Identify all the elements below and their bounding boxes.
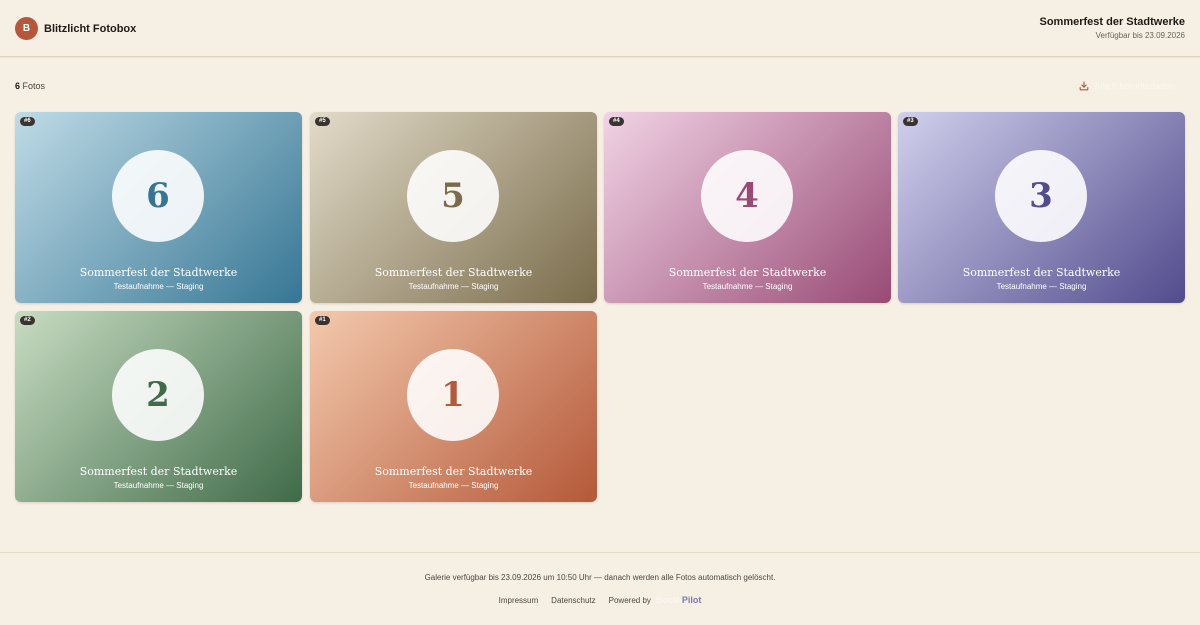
photo-badge: #2 <box>20 316 35 325</box>
brand[interactable]: B Blitzlicht Fotobox <box>15 17 136 40</box>
photo-card-3[interactable]: #3 3 Sommerfest der Stadtwerke Testaufna… <box>898 112 1185 303</box>
event-availability: Verfügbar bis 23.09.2026 <box>1095 31 1185 40</box>
photo-count-label: Fotos <box>22 81 46 91</box>
gallery-toolbar: 6 Fotos Alle 6 herunterladen <box>15 78 1185 94</box>
photo-badge: #3 <box>903 117 918 126</box>
photo-subtitle: Testaufnahme — Staging <box>113 481 204 490</box>
photo-title: Sommerfest der Stadtwerke <box>79 465 238 478</box>
top-bar: B Blitzlicht Fotobox Sommerfest der Stad… <box>0 0 1200 57</box>
photo-number: 5 <box>407 150 499 242</box>
photo-number: 1 <box>407 349 499 441</box>
photo-card-2[interactable]: #2 2 Sommerfest der Stadtwerke Testaufna… <box>15 311 302 502</box>
datenschutz-link[interactable]: Datenschutz <box>551 596 595 605</box>
photo-card-1[interactable]: #1 1 Sommerfest der Stadtwerke Testaufna… <box>310 311 597 502</box>
photo-subtitle: Testaufnahme — Staging <box>408 481 499 490</box>
photo-badge: #5 <box>315 117 330 126</box>
photo-title: Sommerfest der Stadtwerke <box>962 266 1121 279</box>
brand-avatar: B <box>15 17 38 40</box>
photo-badge: #1 <box>315 316 330 325</box>
photo-count-number: 6 <box>15 81 21 91</box>
download-icon <box>1079 81 1089 91</box>
logo-part-booth: Booth <box>655 595 682 605</box>
boothpilot-logo-link[interactable]: BoothPilot <box>656 595 702 605</box>
photo-badge: #6 <box>20 117 35 126</box>
download-all-label: Alle 6 herunterladen <box>1094 81 1175 91</box>
event-title: Sommerfest der Stadtwerke <box>1039 16 1186 28</box>
photo-number: 3 <box>995 150 1087 242</box>
logo-part-pilot: Pilot <box>681 595 702 605</box>
photo-title: Sommerfest der Stadtwerke <box>79 266 238 279</box>
photo-subtitle: Testaufnahme — Staging <box>702 282 793 291</box>
photo-card-5[interactable]: #5 5 Sommerfest der Stadtwerke Testaufna… <box>310 112 597 303</box>
photo-title: Sommerfest der Stadtwerke <box>374 465 533 478</box>
photo-title: Sommerfest der Stadtwerke <box>668 266 827 279</box>
footer-links: Impressum Datenschutz Powered by BoothPi… <box>0 595 1200 605</box>
powered-by: Powered by BoothPilot <box>609 595 702 605</box>
photo-count: 6 Fotos <box>15 81 45 91</box>
photo-subtitle: Testaufnahme — Staging <box>408 282 499 291</box>
photo-number: 2 <box>112 349 204 441</box>
photo-card-4[interactable]: #4 4 Sommerfest der Stadtwerke Testaufna… <box>604 112 891 303</box>
photo-card-6[interactable]: #6 6 Sommerfest der Stadtwerke Testaufna… <box>15 112 302 303</box>
impressum-link[interactable]: Impressum <box>499 596 539 605</box>
photo-badge: #4 <box>609 117 624 126</box>
download-all-button[interactable]: Alle 6 herunterladen <box>1079 78 1175 94</box>
powered-by-label: Powered by <box>608 595 651 605</box>
photo-subtitle: Testaufnahme — Staging <box>113 282 204 291</box>
photo-number: 4 <box>701 150 793 242</box>
photo-number: 6 <box>112 150 204 242</box>
brand-name: Blitzlicht Fotobox <box>44 22 137 35</box>
event-info: Sommerfest der Stadtwerke Verfügbar bis … <box>1040 16 1186 40</box>
photo-title: Sommerfest der Stadtwerke <box>374 266 533 279</box>
photo-subtitle: Testaufnahme — Staging <box>996 282 1087 291</box>
retention-notice: Galerie verfügbar bis 23.09.2026 um 10:5… <box>424 573 776 582</box>
footer: Galerie verfügbar bis 23.09.2026 um 10:5… <box>0 552 1200 625</box>
